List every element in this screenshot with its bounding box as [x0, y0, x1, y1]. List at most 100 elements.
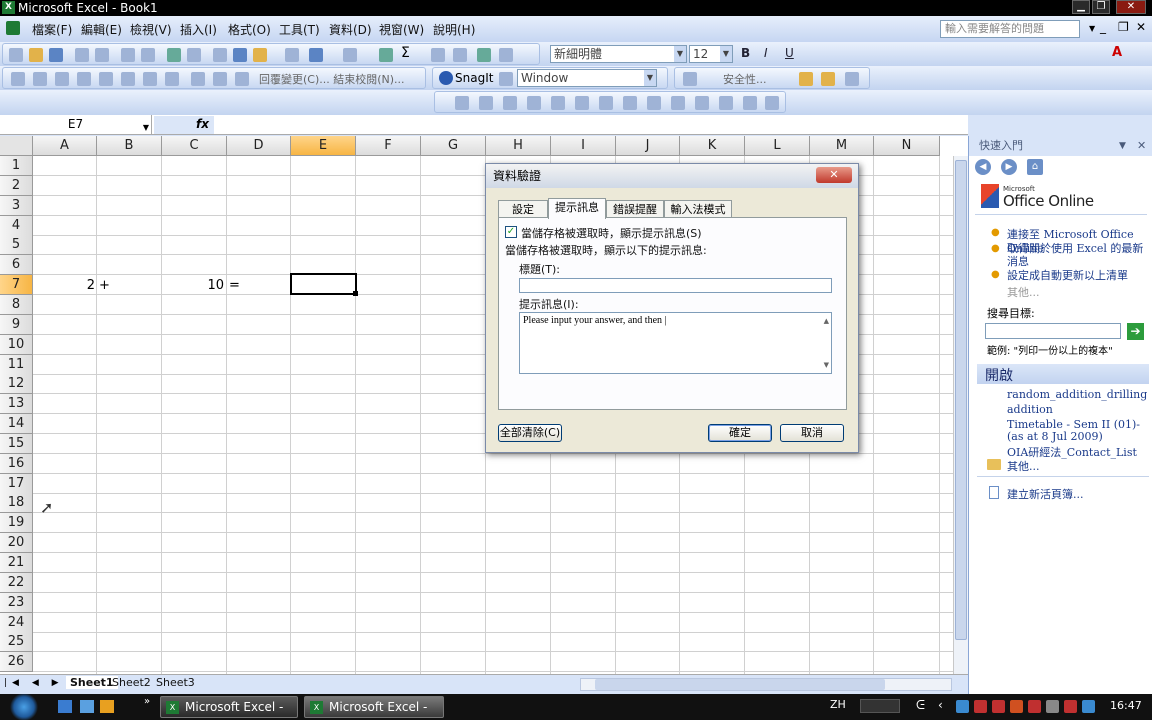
row-header-14[interactable]: 14: [0, 414, 33, 434]
previous-comment-icon[interactable]: [55, 72, 69, 86]
underline-button[interactable]: U: [785, 46, 794, 60]
row-header-4[interactable]: 4: [0, 216, 33, 236]
quick-launch-more-icon[interactable]: »: [144, 696, 150, 707]
option-button-icon[interactable]: [551, 96, 565, 110]
show-message-checkbox[interactable]: ✓: [505, 226, 517, 238]
vertical-scroll-thumb[interactable]: [955, 160, 967, 640]
forward-icon[interactable]: ▶: [1001, 159, 1017, 175]
back-icon[interactable]: ◀: [975, 159, 991, 175]
forms-options-icon[interactable]: [765, 96, 779, 110]
design-mode-icon[interactable]: [821, 72, 835, 86]
font-color-icon[interactable]: A: [1112, 45, 1122, 60]
clock[interactable]: 16:47: [1110, 699, 1142, 712]
row-header-20[interactable]: 20: [0, 533, 33, 553]
title-input[interactable]: [519, 278, 832, 293]
control-properties-icon[interactable]: [671, 96, 685, 110]
row-header-13[interactable]: 13: [0, 394, 33, 414]
send-mail-icon[interactable]: [191, 72, 205, 86]
dialog-title-bar[interactable]: 資料驗證: [486, 164, 858, 188]
row-header-9[interactable]: 9: [0, 315, 33, 335]
tray-app-icon[interactable]: [1028, 700, 1041, 713]
sheet-tab-3[interactable]: Sheet3: [156, 676, 195, 689]
cell-D7[interactable]: =: [229, 276, 289, 296]
vertical-scrollbar[interactable]: [953, 156, 968, 674]
script-editor-icon[interactable]: [845, 72, 859, 86]
row-header-22[interactable]: 22: [0, 573, 33, 593]
tray-app-icon[interactable]: [1064, 700, 1077, 713]
volume-icon[interactable]: [1046, 700, 1059, 713]
ok-button[interactable]: 確定: [708, 424, 772, 442]
link-more[interactable]: 其他...: [1007, 284, 1040, 300]
autosum-icon[interactable]: Σ: [401, 45, 410, 61]
column-header-E[interactable]: E: [291, 136, 356, 156]
tab-ime-mode[interactable]: 輸入法模式: [664, 200, 732, 218]
open-icon[interactable]: [29, 48, 43, 62]
close-window-button[interactable]: ✕: [1116, 0, 1146, 14]
menu-help[interactable]: 說明(H): [433, 21, 475, 38]
menu-window[interactable]: 視窗(W): [379, 21, 424, 38]
cell-B7[interactable]: +: [99, 276, 159, 296]
restore-button[interactable]: ❐: [1092, 0, 1110, 14]
task-pane-dropdown-icon[interactable]: ▼: [1119, 136, 1126, 156]
print-icon[interactable]: [121, 48, 135, 62]
chart-wizard-icon[interactable]: [477, 48, 491, 62]
dialog-close-button[interactable]: ✕: [816, 167, 852, 183]
start-button[interactable]: [0, 694, 46, 720]
show-message-checkbox-label[interactable]: 當儲存格被選取時，顯示提示訊息(S): [521, 225, 702, 241]
hyperlink-icon[interactable]: [379, 48, 393, 62]
paste-icon[interactable]: [253, 48, 267, 62]
column-header-M[interactable]: M: [810, 136, 874, 156]
ime-mode-icon[interactable]: ᕮ: [916, 698, 925, 713]
new-workbook-link[interactable]: 建立新活頁簿...: [1007, 486, 1084, 502]
reply-changes-icon[interactable]: [213, 72, 227, 86]
menu-file[interactable]: 檔案(F): [32, 21, 72, 38]
edit-code-icon[interactable]: [695, 96, 709, 110]
sheet-tab-2[interactable]: Sheet2: [112, 676, 151, 689]
name-box[interactable]: E7 ▼: [0, 115, 152, 134]
font-size-combo[interactable]: 12 ▼: [689, 45, 733, 63]
home-icon[interactable]: ⌂: [1027, 159, 1043, 175]
spinner-control-icon[interactable]: [647, 96, 661, 110]
row-header-19[interactable]: 19: [0, 513, 33, 533]
snagit-capture-icon[interactable]: [499, 72, 513, 86]
media-icon[interactable]: [100, 700, 114, 713]
row-header-21[interactable]: 21: [0, 553, 33, 573]
row-header-12[interactable]: 12: [0, 374, 33, 394]
row-header-18[interactable]: 18: [0, 493, 33, 513]
column-header-N[interactable]: N: [874, 136, 940, 156]
control-toolbox-icon[interactable]: [799, 72, 813, 86]
tab-input-message[interactable]: 提示訊息: [548, 198, 606, 219]
email-icon[interactable]: [95, 48, 109, 62]
show-comment-icon[interactable]: [99, 72, 113, 86]
column-header-K[interactable]: K: [680, 136, 745, 156]
row-header-6[interactable]: 6: [0, 255, 33, 275]
select-all-corner[interactable]: [0, 136, 33, 156]
list-box-icon[interactable]: [575, 96, 589, 110]
label-control-icon[interactable]: [455, 96, 469, 110]
capture-mode-dropdown-icon[interactable]: ▼: [644, 70, 656, 86]
cancel-button[interactable]: 取消: [780, 424, 844, 442]
show-desktop-icon[interactable]: [58, 700, 72, 713]
language-indicator[interactable]: ZH: [830, 698, 846, 711]
tray-app-icon[interactable]: [1082, 700, 1095, 713]
combo-box-icon[interactable]: [599, 96, 613, 110]
row-header-23[interactable]: 23: [0, 593, 33, 613]
column-header-B[interactable]: B: [97, 136, 162, 156]
document-icon[interactable]: [6, 21, 20, 35]
scroll-bar-control-icon[interactable]: [623, 96, 637, 110]
row-header-11[interactable]: 11: [0, 355, 33, 375]
redo-icon[interactable]: [343, 48, 357, 62]
column-header-F[interactable]: F: [356, 136, 421, 156]
security-button[interactable]: 安全性...: [723, 71, 767, 87]
undo-icon[interactable]: [309, 48, 323, 62]
antivirus-icon[interactable]: [992, 700, 1005, 713]
clear-all-button[interactable]: 全部清除(C): [498, 424, 562, 442]
ink-icon[interactable]: [235, 72, 249, 86]
quick-launch-icon[interactable]: [80, 700, 94, 713]
row-header-5[interactable]: 5: [0, 235, 33, 255]
column-header-C[interactable]: C: [162, 136, 227, 156]
format-painter-icon[interactable]: [285, 48, 299, 62]
sort-ascending-icon[interactable]: [431, 48, 445, 62]
recent-file-2[interactable]: addition: [1007, 403, 1149, 416]
delete-comment-icon[interactable]: [121, 72, 135, 86]
